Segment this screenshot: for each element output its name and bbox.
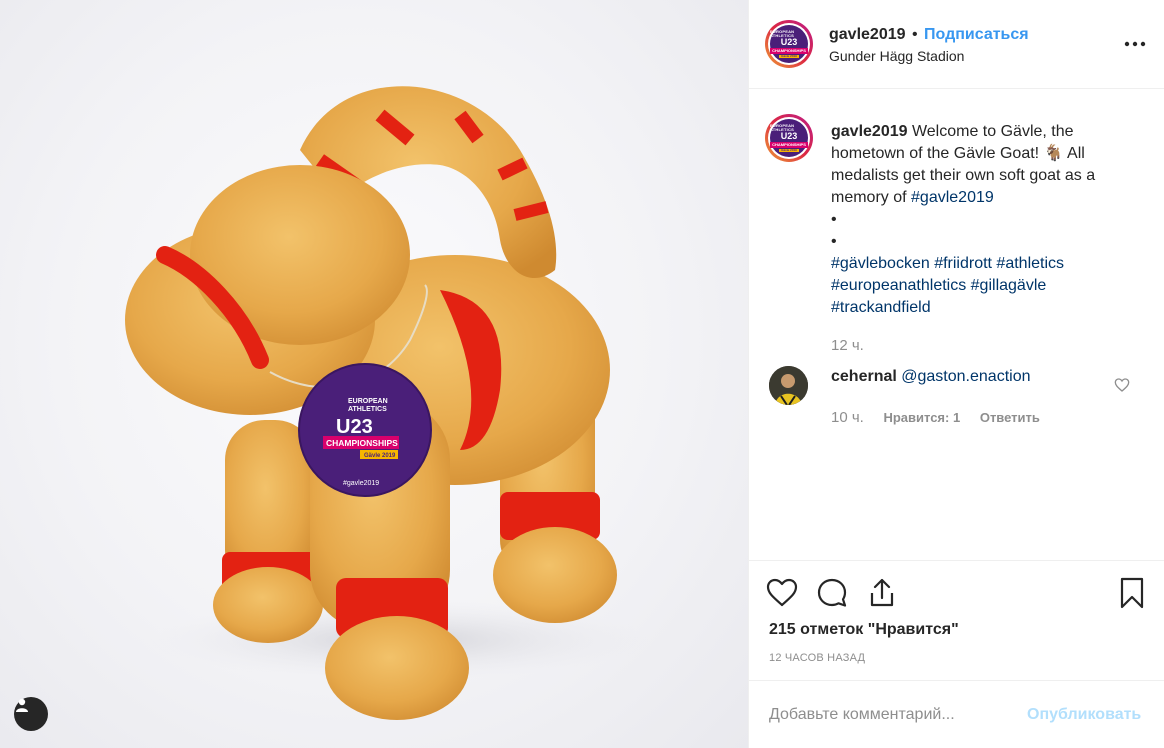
tagged-users-button[interactable] xyxy=(14,697,48,731)
user-icon xyxy=(16,698,28,712)
caption-hashtags[interactable]: #trackandfield xyxy=(831,297,1141,319)
logo-line-4: Gävle 2019 xyxy=(779,54,799,58)
post-header: EUROPEAN ATHLETICS U23 CHAMPIONSHIPS Gäv… xyxy=(749,0,1164,89)
post-location[interactable]: Gunder Hägg Stadion xyxy=(829,48,964,64)
comment-username[interactable]: cehernal xyxy=(831,368,897,385)
profile-logo: EUROPEAN ATHLETICS U23 CHAMPIONSHIPS Gäv… xyxy=(770,25,808,63)
profile-avatar[interactable]: EUROPEAN ATHLETICS U23 CHAMPIONSHIPS Gäv… xyxy=(765,20,813,68)
commenter-photo xyxy=(769,366,808,405)
publish-button[interactable]: Опубликовать xyxy=(1027,706,1141,724)
post-caption: gavle2019 Welcome to Gävle, the hometown… xyxy=(831,121,1141,319)
likes-count[interactable]: 215 отметок "Нравится" xyxy=(769,621,959,639)
tag-text-european: EUROPEAN xyxy=(348,398,388,405)
tag-text-championships: CHAMPIONSHIPS xyxy=(326,438,398,448)
heart-icon[interactable] xyxy=(765,576,799,610)
share-icon[interactable] xyxy=(865,576,899,610)
caption-hashtag[interactable]: #gavle2019 xyxy=(911,189,994,206)
add-comment-bar: Опубликовать xyxy=(749,680,1164,748)
comment-reply-button[interactable]: Ответить xyxy=(980,410,1040,425)
post-sidebar: EUROPEAN ATHLETICS U23 CHAMPIONSHIPS Gäv… xyxy=(748,0,1164,748)
tag-text-hashtag: #gavle2019 xyxy=(343,480,379,487)
post-username[interactable]: gavle2019 xyxy=(829,26,906,44)
post-timestamp[interactable]: 12 ЧАСОВ НАЗАД xyxy=(769,652,865,664)
follow-button[interactable]: Подписаться xyxy=(924,26,1029,44)
logo-line-2: U23 xyxy=(780,131,798,141)
tag-text-athletics: ATHLETICS xyxy=(348,406,387,413)
comment-time[interactable]: 10 ч. xyxy=(831,409,864,426)
comment-avatar[interactable] xyxy=(769,366,808,405)
tag-text-u23: U23 xyxy=(336,416,373,438)
separator-dot: • xyxy=(912,26,918,43)
caption-time[interactable]: 12 ч. xyxy=(831,337,864,354)
caption-bullet: • xyxy=(831,233,837,250)
more-dots-icon[interactable] xyxy=(1123,36,1147,52)
comment-input[interactable] xyxy=(769,703,1019,727)
caption-username[interactable]: gavle2019 xyxy=(831,123,908,140)
tag-text-gavle: Gävle 2019 xyxy=(364,453,396,459)
caption-bullet: • xyxy=(831,211,837,228)
caption-hashtags[interactable]: #gävlebocken #friidrott #athletics xyxy=(831,253,1141,275)
caption-avatar[interactable]: EUROPEAN ATHLETICS U23 CHAMPIONSHIPS Gäv… xyxy=(765,114,813,162)
plush-goat-image: EUROPEAN ATHLETICS U23 CHAMPIONSHIPS Gäv… xyxy=(125,86,650,720)
comment-meta: 10 ч. Нравится: 1 Ответить xyxy=(831,409,1056,426)
bookmark-icon[interactable] xyxy=(1115,576,1149,610)
caption-logo: EUROPEAN ATHLETICS U23 CHAMPIONSHIPS Gäv… xyxy=(770,119,808,157)
comment-icon[interactable] xyxy=(815,576,849,610)
logo-line-4: Gävle 2019 xyxy=(779,148,799,152)
comment-text: cehernal @gaston.enaction xyxy=(831,368,1030,386)
caption-hashtags[interactable]: #europeanathletics #gillagävle xyxy=(831,275,1141,297)
post-photo[interactable]: EUROPEAN ATHLETICS U23 CHAMPIONSHIPS Gäv… xyxy=(0,0,748,748)
comment-heart-icon[interactable] xyxy=(1114,377,1130,393)
post-actions: 215 отметок "Нравится" 12 ЧАСОВ НАЗАД xyxy=(749,560,1164,680)
logo-line-2: U23 xyxy=(780,37,798,47)
comment-likes[interactable]: Нравится: 1 xyxy=(883,410,960,425)
comment-mention[interactable]: @gaston.enaction xyxy=(901,368,1030,385)
